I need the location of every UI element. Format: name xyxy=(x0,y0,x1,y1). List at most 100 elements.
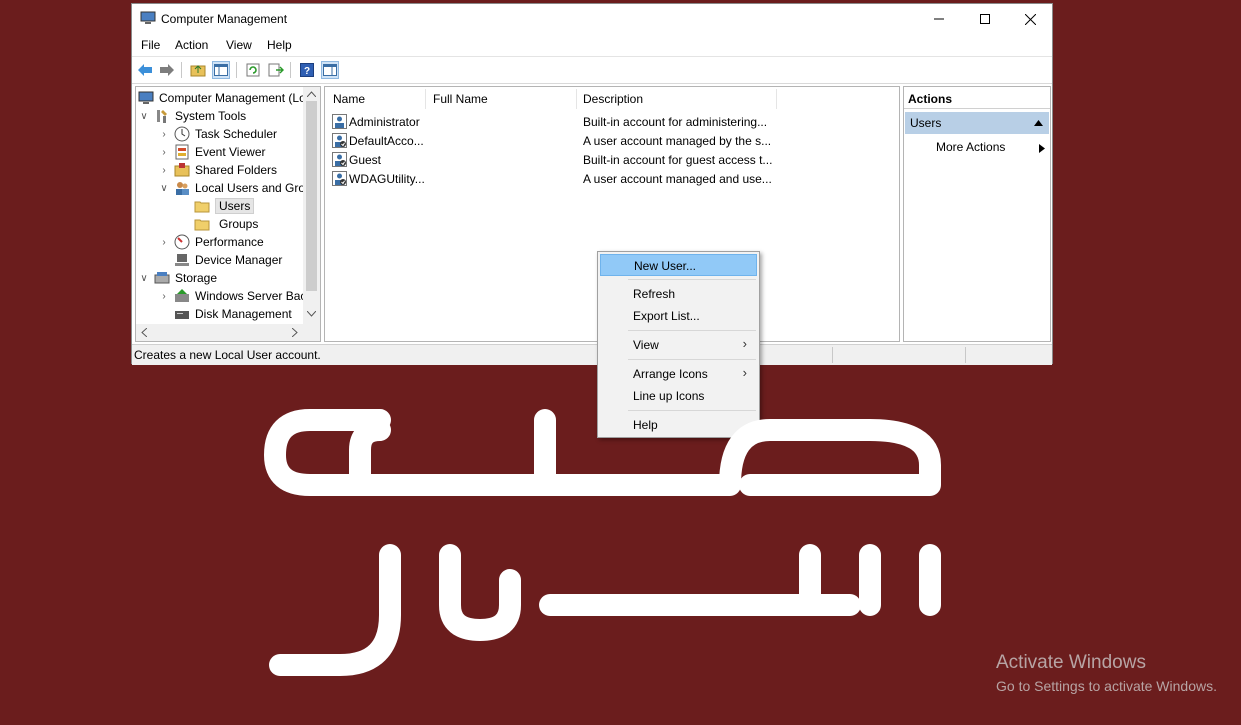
chevron-right-icon[interactable]: › xyxy=(158,291,170,302)
folder-icon xyxy=(194,201,210,213)
scroll-right-icon[interactable] xyxy=(292,328,298,337)
more-actions-item[interactable]: More Actions xyxy=(936,140,1005,154)
table-row[interactable]: WDAGUtility... A user account managed an… xyxy=(325,170,899,189)
computer-management-icon xyxy=(140,11,156,24)
menu-file[interactable]: File xyxy=(141,38,160,52)
context-menu-refresh[interactable]: Refresh xyxy=(600,283,757,305)
close-icon xyxy=(1024,13,1036,25)
computer-management-window: Computer Management File Action View Hel… xyxy=(131,3,1053,365)
forward-arrow-icon xyxy=(160,64,174,76)
tree-item-windows-server-backup[interactable]: › Windows Server Bac xyxy=(158,287,306,305)
chevron-right-icon[interactable]: › xyxy=(158,129,170,140)
submenu-arrow-icon: › xyxy=(742,365,747,380)
svg-text:?: ? xyxy=(304,66,310,77)
folder-up-icon xyxy=(190,65,206,77)
forward-button[interactable] xyxy=(158,61,176,79)
table-row[interactable]: Administrator Built-in account for admin… xyxy=(325,113,899,132)
device-manager-icon xyxy=(175,254,189,266)
close-button[interactable] xyxy=(1007,4,1053,34)
tree-vertical-scrollbar[interactable] xyxy=(303,87,320,324)
column-header-name[interactable]: Name xyxy=(333,87,365,111)
cell-name: WDAGUtility... xyxy=(349,172,425,186)
tree-item-device-manager[interactable]: Device Manager xyxy=(174,251,282,269)
console-tree-icon xyxy=(214,64,228,76)
chevron-right-icon[interactable]: › xyxy=(158,237,170,248)
help-button[interactable]: ? xyxy=(298,61,316,79)
window-title: Computer Management xyxy=(161,12,288,26)
menu-help[interactable]: Help xyxy=(267,38,292,52)
maximize-icon xyxy=(980,14,990,24)
table-row[interactable]: Guest Built-in account for guest access … xyxy=(325,151,899,170)
chevron-right-icon xyxy=(1039,144,1045,153)
context-menu-arrange-icons[interactable]: Arrange Icons › xyxy=(600,363,757,385)
export-list-icon xyxy=(268,63,284,77)
title-bar[interactable]: Computer Management xyxy=(132,4,1052,34)
chevron-right-icon[interactable]: › xyxy=(158,147,170,158)
context-menu-new-user[interactable]: New User... xyxy=(600,254,757,276)
tree-item-task-scheduler[interactable]: › Task Scheduler xyxy=(158,125,277,143)
context-menu-view[interactable]: View › xyxy=(600,334,757,356)
refresh-icon xyxy=(246,63,260,77)
clock-icon xyxy=(174,126,190,142)
chevron-down-icon[interactable]: ∨ xyxy=(158,183,170,194)
menu-bar: File Action View Help xyxy=(132,34,1052,57)
show-hide-console-tree-button[interactable] xyxy=(212,61,230,79)
collapse-up-icon[interactable] xyxy=(1034,120,1043,126)
tree-item-performance[interactable]: › Performance xyxy=(158,233,264,251)
scroll-down-icon[interactable] xyxy=(307,311,316,317)
column-header-description[interactable]: Description xyxy=(583,87,643,111)
cell-name: Administrator xyxy=(349,115,420,129)
context-menu-export-list[interactable]: Export List... xyxy=(600,305,757,327)
tree-item-shared-folders[interactable]: › Shared Folders xyxy=(158,161,277,179)
backup-icon xyxy=(175,289,189,302)
chevron-right-icon[interactable]: › xyxy=(158,165,170,176)
tree-item-computer-management[interactable]: Computer Management (Lo xyxy=(138,89,306,107)
column-header-full-name[interactable]: Full Name xyxy=(433,87,488,111)
cell-name: DefaultAcco... xyxy=(349,134,424,148)
storage-icon xyxy=(154,272,170,284)
actions-section-users[interactable]: Users xyxy=(905,112,1049,134)
tree-item-users[interactable]: Users xyxy=(194,197,255,215)
system-tools-icon xyxy=(157,110,167,123)
user-icon xyxy=(332,114,347,129)
status-bar: Creates a new Local User account. xyxy=(132,344,1052,365)
watermark-title: Activate Windows xyxy=(996,652,1146,673)
tree-item-local-users-and-groups[interactable]: ∨ Local Users and Grou xyxy=(158,179,312,197)
tree-item-event-viewer[interactable]: › Event Viewer xyxy=(158,143,265,161)
disk-icon xyxy=(175,311,189,319)
menu-view[interactable]: View xyxy=(226,38,252,52)
tree-item-system-tools[interactable]: ∨ System Tools xyxy=(138,107,246,125)
cell-description: A user account managed and use... xyxy=(583,172,772,186)
cell-description: A user account managed by the s... xyxy=(583,134,772,148)
cell-name: Guest xyxy=(349,153,382,167)
show-hide-action-pane-button[interactable] xyxy=(321,61,339,79)
watermark-subtitle: Go to Settings to activate Windows. xyxy=(996,678,1217,694)
disabled-user-icon xyxy=(332,133,347,148)
activate-windows-watermark: Activate Windows Go to Settings to activ… xyxy=(996,652,1217,694)
tree-horizontal-scrollbar[interactable] xyxy=(136,324,320,341)
scroll-thumb[interactable] xyxy=(306,101,317,291)
back-arrow-icon xyxy=(138,64,152,76)
tree-item-storage[interactable]: ∨ Storage xyxy=(138,269,217,287)
cell-description: Built-in account for administering... xyxy=(583,115,768,129)
folder-icon xyxy=(194,219,210,231)
maximize-button[interactable] xyxy=(962,4,1008,34)
actions-header: Actions xyxy=(904,87,1050,109)
chevron-down-icon[interactable]: ∨ xyxy=(138,273,150,284)
refresh-button[interactable] xyxy=(244,61,262,79)
menu-action[interactable]: Action xyxy=(175,38,208,52)
export-list-button[interactable] xyxy=(267,61,285,79)
scroll-left-icon[interactable] xyxy=(141,328,147,337)
users-icon xyxy=(176,182,189,195)
up-one-level-button[interactable] xyxy=(189,61,207,79)
disabled-user-icon xyxy=(332,171,347,186)
table-row[interactable]: DefaultAcco... A user account managed by… xyxy=(325,132,899,151)
minimize-button[interactable] xyxy=(916,4,962,34)
event-viewer-icon xyxy=(175,144,189,160)
scroll-up-icon[interactable] xyxy=(307,91,316,97)
performance-icon xyxy=(174,234,190,250)
tree-item-groups[interactable]: Groups xyxy=(194,215,258,233)
back-button[interactable] xyxy=(136,61,154,79)
tree-item-disk-management[interactable]: Disk Management xyxy=(174,305,292,323)
chevron-down-icon[interactable]: ∨ xyxy=(138,111,150,122)
